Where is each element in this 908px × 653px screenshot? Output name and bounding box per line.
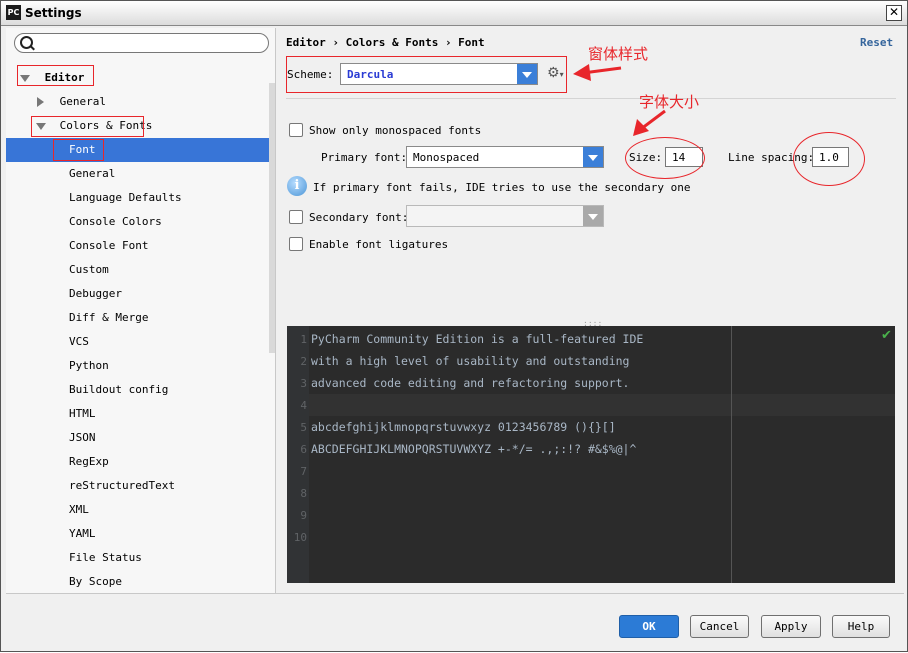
- settings-window: PC Settings ✕ Editor General Colors & Fo…: [0, 0, 908, 652]
- annotation-arrows: [573, 64, 666, 136]
